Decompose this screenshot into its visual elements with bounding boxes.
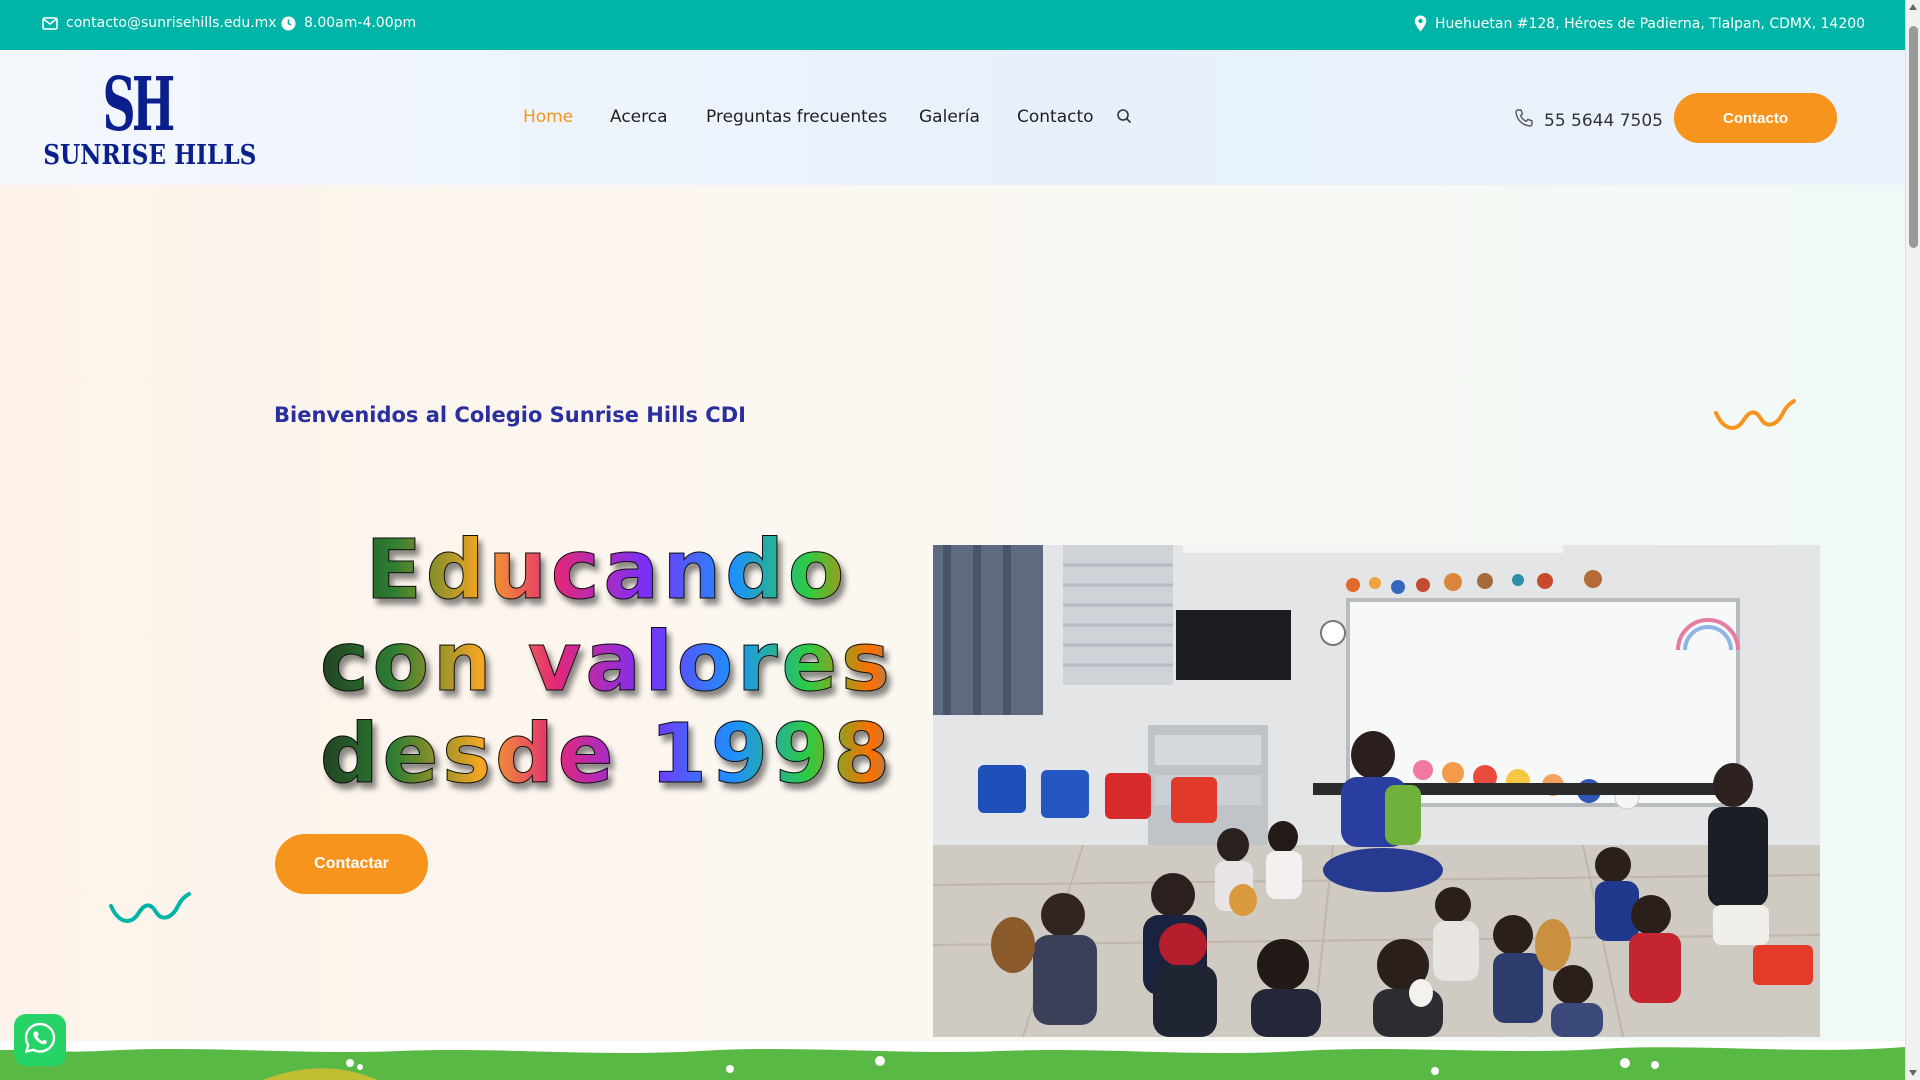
map-pin-icon xyxy=(1414,15,1427,32)
phone-number: 55 5644 7505 xyxy=(1544,110,1663,131)
whatsapp-icon xyxy=(23,1021,57,1059)
scrollbar-thumb[interactable] xyxy=(1909,26,1918,248)
email-text: contacto@sunrisehills.edu.mx xyxy=(66,15,277,31)
page-scrollbar[interactable] xyxy=(1905,0,1920,1080)
welcome-text: Bienvenidos al Colegio Sunrise Hills CDI xyxy=(274,403,746,427)
squiggle-decoration-teal xyxy=(109,892,191,923)
nav-item-galeria[interactable]: Galería xyxy=(919,107,980,127)
hero-contact-button[interactable]: Contactar xyxy=(275,834,428,894)
logo-monogram: SH xyxy=(102,62,175,148)
hours-text: 8.00am-4.00pm xyxy=(304,15,417,31)
nav-item-acerca[interactable]: Acerca xyxy=(610,107,668,127)
search-button[interactable] xyxy=(1116,108,1132,128)
envelope-icon xyxy=(42,16,58,30)
nav-item-home[interactable]: Home xyxy=(523,107,573,127)
grass-decoration xyxy=(0,1041,1905,1080)
hero-headline: Educando con valores desde 1998 xyxy=(292,524,922,801)
email-contact[interactable]: contacto@sunrisehills.edu.mx xyxy=(42,15,277,31)
address-text: Huehuetan #128, Héroes de Padierna, Tlal… xyxy=(1435,15,1866,32)
logo-wordmark: SUNRISE HILLS xyxy=(43,140,257,171)
phone-icon xyxy=(1514,108,1534,133)
clock-icon xyxy=(281,16,296,31)
scroll-up-arrow-icon[interactable] xyxy=(1909,4,1917,10)
whatsapp-button[interactable] xyxy=(14,1014,66,1066)
nav-item-contacto[interactable]: Contacto xyxy=(1017,107,1094,127)
phone-contact[interactable]: 55 5644 7505 xyxy=(1514,108,1663,133)
site-logo[interactable]: SH SUNRISE HILLS xyxy=(42,62,257,171)
hours-info: 8.00am-4.00pm xyxy=(281,15,416,31)
address-info: Huehuetan #128, Héroes de Padierna, Tlal… xyxy=(1414,15,1865,32)
search-icon xyxy=(1116,109,1132,128)
scroll-down-arrow-icon[interactable] xyxy=(1909,1070,1917,1076)
header-contact-button[interactable]: Contacto xyxy=(1674,93,1837,143)
classroom-photo xyxy=(933,545,1820,1037)
site-header: SH SUNRISE HILLS Home Acerca Preguntas f… xyxy=(0,50,1905,185)
squiggle-decoration-orange xyxy=(1714,399,1796,430)
hero-section: Bienvenidos al Colegio Sunrise Hills CDI… xyxy=(0,185,1905,1080)
nav-item-preguntas-frecuentes[interactable]: Preguntas frecuentes xyxy=(706,107,887,127)
top-info-bar: contacto@sunrisehills.edu.mx 8.00am-4.00… xyxy=(0,0,1905,50)
